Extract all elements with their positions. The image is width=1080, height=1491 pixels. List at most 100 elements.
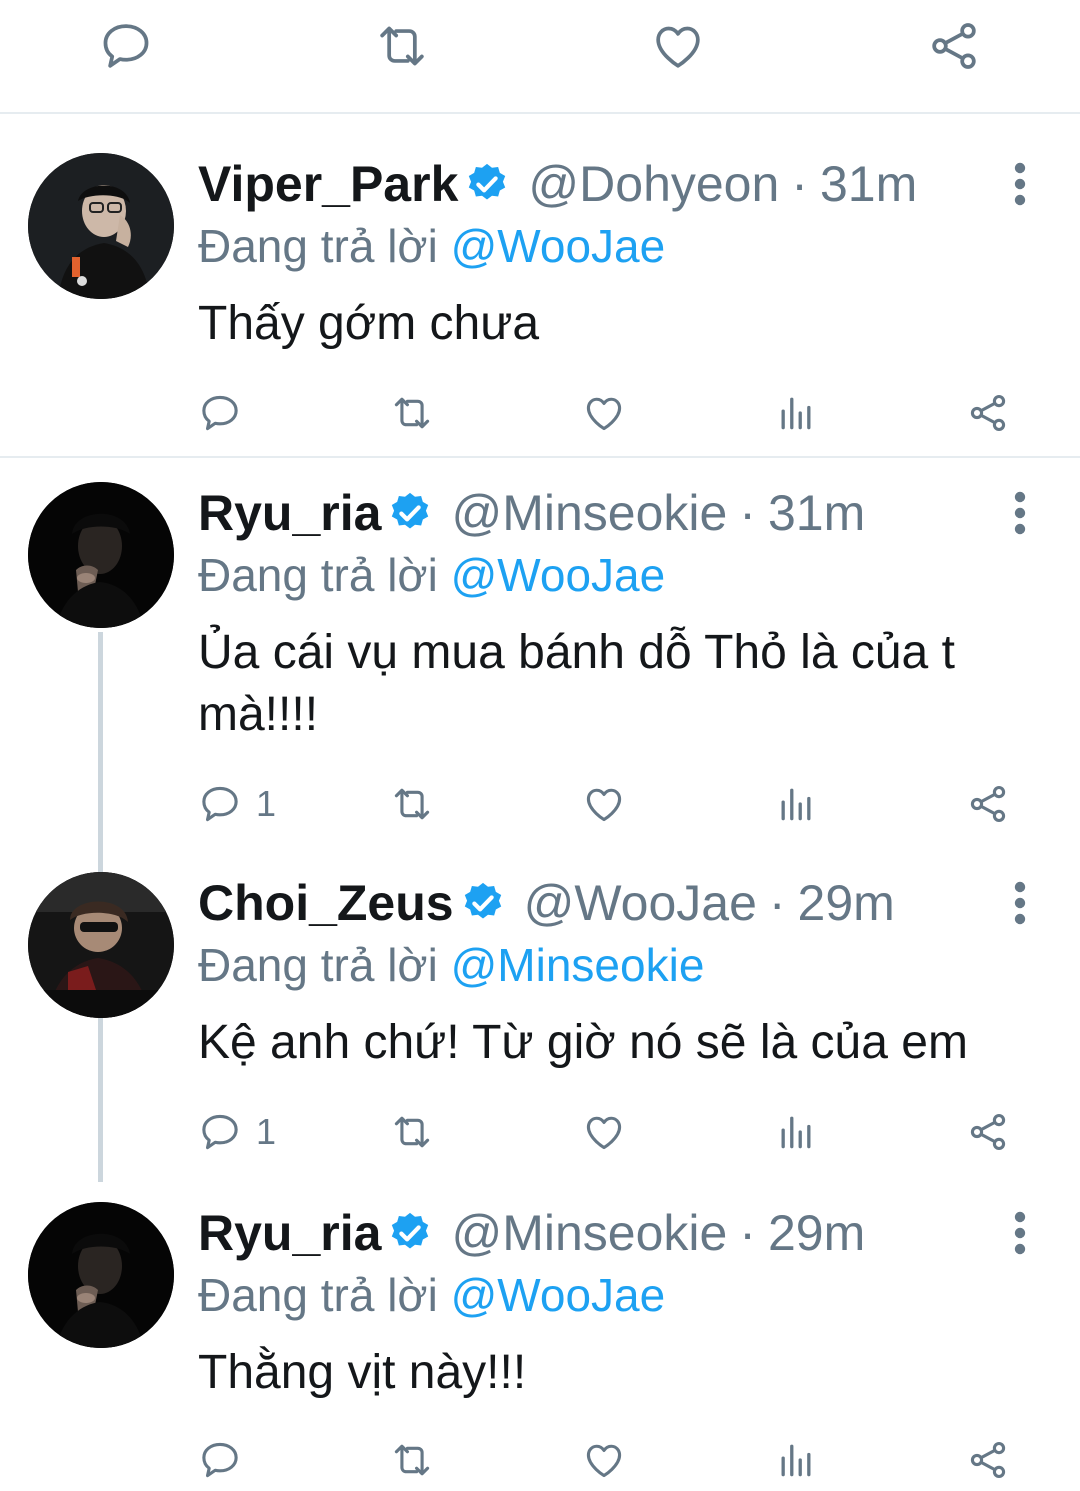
tweet-header: Ryu_ria @Minseokie · 29m [198,1202,865,1264]
handle[interactable]: @WooJae [524,872,757,934]
replying-to-label: Đang trả lời [198,939,438,991]
like-button[interactable] [582,383,626,443]
reply-icon [103,24,149,68]
analytics-icon [781,1444,811,1477]
top-retweet-button[interactable] [372,16,432,76]
separator: · [739,485,756,541]
avatar[interactable] [28,1202,174,1348]
display-name[interactable]: Ryu_ria [198,1202,381,1264]
retweet-button[interactable] [390,1430,434,1490]
share-icon [970,394,1006,432]
tweet-actions [0,383,1080,443]
reply-icon [202,1442,238,1478]
retweet-button[interactable] [390,1102,434,1162]
tweet[interactable]: Choi_Zeus @WooJae · 29m Đang trả lời @Mi… [0,834,1080,1164]
display-name[interactable]: Choi_Zeus [198,872,454,934]
reply-mention-link[interactable]: @WooJae [451,220,666,272]
top-action-bar [0,0,1080,114]
tweet-actions: 1 [0,1102,1080,1162]
share-button[interactable] [966,383,1010,443]
reply-button[interactable] [198,1430,256,1490]
reply-count: 1 [256,1111,277,1152]
like-icon [586,788,622,822]
reply-button[interactable]: 1 [198,774,276,834]
avatar[interactable] [28,153,174,299]
more-vertical-icon [1014,1211,1026,1255]
analytics-icon [781,397,811,430]
verified-badge-icon [387,490,433,536]
reply-count: 1 [256,783,277,824]
top-like-button[interactable] [648,16,708,76]
tweet[interactable]: Ryu_ria @Minseokie · 29m Đang trả lời @W… [0,1164,1080,1491]
reply-button[interactable] [198,383,256,443]
like-button[interactable] [582,774,626,834]
more-vertical-icon [1014,491,1026,535]
like-icon [656,26,700,68]
retweet-icon [394,397,430,429]
retweet-icon [380,26,424,66]
share-button[interactable] [966,774,1010,834]
top-share-button[interactable] [924,16,984,76]
avatar-image [28,482,174,628]
tweet-text: Thằng vịt này!!! [198,1346,527,1399]
separator: · [791,156,808,212]
handle[interactable]: @Dohyeon [528,153,779,215]
tweet-text: Thấy gớm chưa [198,297,540,350]
analytics-button[interactable] [774,774,818,834]
more-vertical-icon [1014,881,1026,925]
avatar[interactable] [28,872,174,1018]
tweet-header: Viper_Park @Dohyeon · 31m [198,153,917,215]
more-options-button[interactable] [1000,878,1040,928]
more-options-button[interactable] [1000,159,1040,209]
timestamp[interactable]: 31m [768,482,865,544]
replying-to: Đang trả lời @WooJae [198,215,665,277]
avatar[interactable] [28,482,174,628]
like-icon [586,1444,622,1478]
verified-badge-icon [387,1210,433,1256]
timestamp[interactable]: 29m [798,872,895,934]
replying-to-label: Đang trả lời [198,549,438,601]
share-icon [970,1113,1006,1151]
more-vertical-icon [1014,162,1026,206]
tweet-text: Ủa cái vụ mua bánh dỗ Thỏ là của t mà!!!… [198,626,955,741]
analytics-button[interactable] [774,1102,818,1162]
like-icon [586,397,622,431]
tweet[interactable]: Ryu_ria @Minseokie · 31m Đang trả lời @W… [0,444,1080,844]
retweet-button[interactable] [390,383,434,443]
like-button[interactable] [582,1102,626,1162]
display-name[interactable]: Viper_Park [198,153,458,215]
analytics-button[interactable] [774,1430,818,1490]
reply-icon [202,1114,238,1150]
reply-mention-link[interactable]: @WooJae [451,549,666,601]
reply-mention-link[interactable]: @Minseokie [451,939,705,991]
reply-button[interactable]: 1 [198,1102,276,1162]
share-icon [932,23,976,69]
share-icon [970,785,1006,823]
reply-icon [202,395,238,431]
share-button[interactable] [966,1102,1010,1162]
reply-mention-link[interactable]: @WooJae [451,1269,666,1321]
display-name[interactable]: Ryu_ria [198,482,381,544]
share-button[interactable] [966,1430,1010,1490]
verified-badge-icon [460,880,506,926]
tweet[interactable]: Viper_Park @Dohyeon · 31m Đang trả lời @… [0,115,1080,455]
analytics-icon [781,1116,811,1149]
replying-to: Đang trả lời @WooJae [198,1264,665,1326]
handle[interactable]: @Minseokie [451,482,727,544]
retweet-icon [394,1444,430,1476]
timestamp[interactable]: 29m [768,1202,865,1264]
retweet-icon [394,1116,430,1148]
like-button[interactable] [582,1430,626,1490]
verified-badge-icon [464,161,510,207]
analytics-button[interactable] [774,383,818,443]
avatar-image [28,1202,174,1348]
replying-to-label: Đang trả lời [198,1269,438,1321]
tweet-actions [0,1430,1080,1490]
timestamp[interactable]: 31m [820,153,917,215]
handle[interactable]: @Minseokie [451,1202,727,1264]
more-options-button[interactable] [1000,1208,1040,1258]
more-options-button[interactable] [1000,488,1040,538]
top-reply-button[interactable] [96,16,156,76]
retweet-button[interactable] [390,774,434,834]
separator: · [739,1205,756,1261]
